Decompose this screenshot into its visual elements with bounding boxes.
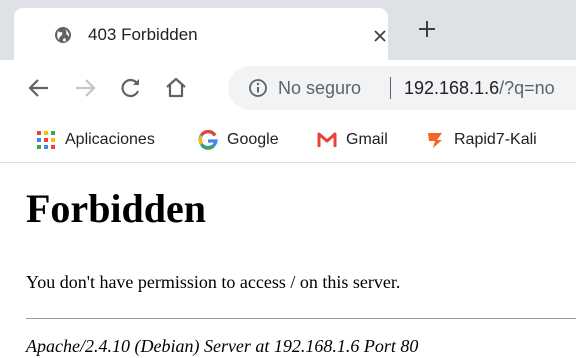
bookmark-label: Rapid7-Kali: [454, 131, 537, 148]
globe-icon: [55, 27, 71, 43]
bookmark-gmail[interactable]: Gmail: [317, 118, 388, 162]
apps-grid-icon: [37, 131, 55, 149]
bookmark-label: Google: [227, 131, 279, 148]
toolbar: No seguro 192.168.1.6/?q=no: [0, 60, 576, 118]
security-status[interactable]: No seguro: [278, 76, 361, 100]
url-host: 192.168.1.6: [404, 78, 500, 98]
back-arrow-icon[interactable]: [28, 77, 50, 99]
tab-title: 403 Forbidden: [88, 25, 198, 44]
home-icon[interactable]: [165, 76, 187, 98]
info-icon[interactable]: [248, 78, 268, 98]
bookmark-rapid7[interactable]: Rapid7-Kali: [425, 118, 537, 162]
bookmark-google[interactable]: Google: [198, 118, 279, 162]
google-icon: [198, 130, 218, 150]
forward-arrow-icon[interactable]: [74, 77, 96, 99]
tab-active[interactable]: 403 Forbidden: [14, 8, 388, 60]
address-bar[interactable]: No seguro 192.168.1.6/?q=no: [228, 66, 576, 110]
page-title: Forbidden: [26, 186, 207, 231]
reload-icon[interactable]: [120, 77, 142, 99]
tab-strip: 403 Forbidden: [0, 0, 576, 60]
error-message: You don't have permission to access / on…: [26, 272, 401, 292]
url-text[interactable]: 192.168.1.6/?q=no: [404, 76, 555, 100]
close-icon[interactable]: [374, 30, 386, 42]
url-query: /?q=no: [499, 78, 555, 98]
gmail-icon: [317, 132, 337, 147]
bookmarks-bar: Aplicaciones Google Gmail Rapid7-Kali: [0, 118, 576, 163]
omnibox-divider: [390, 77, 391, 99]
bookmark-label: Aplicaciones: [65, 131, 155, 148]
divider: [26, 318, 576, 319]
bookmark-label: Gmail: [346, 131, 388, 148]
rapid7-icon: [428, 133, 442, 148]
server-signature: Apache/2.4.10 (Debian) Server at 192.168…: [26, 336, 419, 356]
plus-icon[interactable]: [418, 20, 436, 38]
bookmark-apps[interactable]: Aplicaciones: [36, 118, 155, 162]
